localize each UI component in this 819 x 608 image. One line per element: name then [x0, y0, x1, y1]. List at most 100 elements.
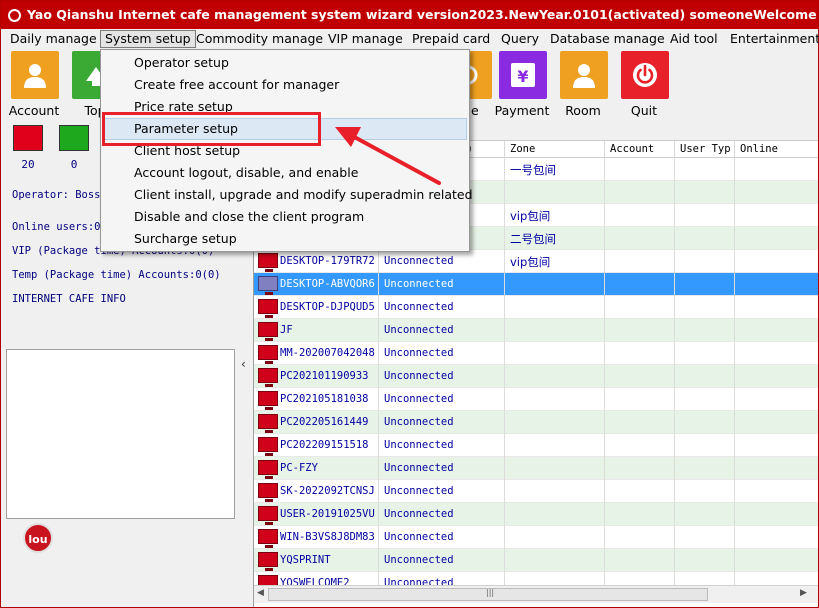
column-divider: [378, 434, 379, 457]
chevron-left-icon[interactable]: ‹: [241, 357, 246, 371]
column-divider: [378, 480, 379, 503]
client-name: PC202205161449: [280, 416, 369, 428]
menu-item-surcharge-setup[interactable]: Surcharge setup: [103, 228, 467, 250]
monitor-icon: [258, 483, 278, 502]
column-divider: [604, 273, 605, 296]
client-name: PC202101190933: [280, 370, 369, 382]
column-divider: [378, 388, 379, 411]
table-row[interactable]: USER-20191025VU Unconnected: [254, 503, 818, 526]
monitor-icon: [258, 322, 278, 341]
menu-aid-tool[interactable]: Aid tool: [666, 30, 722, 48]
payment-tile: ¥: [499, 51, 547, 99]
column-divider: [504, 342, 505, 365]
table-row[interactable]: WIN-B3VS8J8DM83 Unconnected: [254, 526, 818, 549]
header-online[interactable]: Online: [740, 143, 778, 155]
client-name: DESKTOP-DJPQUD5: [280, 301, 375, 313]
column-divider: [604, 158, 605, 181]
client-status: Unconnected: [384, 255, 454, 267]
menu-item-disable-client[interactable]: Disable and close the client program: [103, 206, 467, 228]
column-divider: [378, 526, 379, 549]
header-account[interactable]: Account: [610, 143, 654, 155]
table-row[interactable]: PC202105181038 Unconnected: [254, 388, 818, 411]
menu-bar: Daily manage System setup Commodity mana…: [1, 29, 819, 49]
table-row[interactable]: DESKTOP-179TR72 Unconnected vip包间: [254, 250, 818, 273]
column-divider: [734, 411, 735, 434]
table-row[interactable]: MM-202007042048 Unconnected: [254, 342, 818, 365]
header-zone[interactable]: Zone: [510, 143, 535, 155]
menu-prepaid-card[interactable]: Prepaid card: [408, 30, 494, 48]
payment-label: Payment: [494, 103, 550, 118]
red-count: 20: [21, 158, 35, 171]
column-divider: [734, 434, 735, 457]
header-divider: [674, 141, 675, 158]
scroll-grip-icon: |||: [486, 588, 495, 597]
column-divider: [674, 342, 675, 365]
menu-entertainment[interactable]: Entertainment: [726, 30, 819, 48]
scroll-left-icon[interactable]: ◀: [257, 588, 264, 598]
header-user-type[interactable]: User Typ: [680, 143, 731, 155]
menu-system-setup[interactable]: System setup: [100, 30, 196, 48]
column-divider: [674, 434, 675, 457]
table-row[interactable]: PC202101190933 Unconnected: [254, 365, 818, 388]
menu-item-create-free-account[interactable]: Create free account for manager: [103, 74, 467, 96]
column-divider: [734, 342, 735, 365]
client-status: Unconnected: [384, 278, 454, 290]
operator-text: Operator: Boss: [12, 189, 101, 201]
column-divider: [674, 526, 675, 549]
menu-commodity-manage[interactable]: Commodity manage: [192, 30, 327, 48]
column-divider: [604, 250, 605, 273]
column-divider: [674, 204, 675, 227]
client-name: SK-2022092TCNSJ: [280, 485, 375, 497]
cafe-info-text: INTERNET CAFE INFO: [12, 293, 126, 305]
app-icon: [8, 9, 21, 22]
client-name: DESKTOP-179TR72: [280, 255, 375, 267]
yuan-icon: ¥: [511, 63, 535, 87]
client-status: Unconnected: [384, 508, 454, 520]
column-divider: [504, 319, 505, 342]
main-window: Yao Qianshu Internet cafe management sys…: [0, 0, 819, 608]
scroll-right-icon[interactable]: ▶: [800, 588, 807, 598]
client-name: WIN-B3VS8J8DM83: [280, 531, 375, 543]
horizontal-scrollbar[interactable]: ◀ ||| ▶: [254, 585, 818, 603]
red-status-counter[interactable]: 20: [12, 125, 44, 171]
client-status: Unconnected: [384, 301, 454, 313]
column-divider: [674, 457, 675, 480]
table-row[interactable]: PC-FZY Unconnected: [254, 457, 818, 480]
menu-database-manage[interactable]: Database manage: [546, 30, 669, 48]
client-status: Unconnected: [384, 347, 454, 359]
column-divider: [378, 411, 379, 434]
header-divider: [604, 141, 605, 158]
menu-item-operator-setup[interactable]: Operator setup: [103, 52, 467, 74]
column-divider: [378, 549, 379, 572]
client-zone: 二号包间: [510, 232, 556, 246]
client-zone: vip包间: [510, 255, 551, 269]
menu-vip-manage[interactable]: VIP manage: [324, 30, 407, 48]
column-divider: [504, 227, 505, 250]
monitor-icon: [258, 276, 278, 295]
column-divider: [604, 388, 605, 411]
account-button[interactable]: Account: [6, 51, 62, 118]
table-row[interactable]: DESKTOP-DJPQUD5 Unconnected: [254, 296, 818, 319]
payment-button[interactable]: ¥ Payment: [494, 51, 550, 118]
quit-tile: [621, 51, 669, 99]
table-row[interactable]: PC202209151518 Unconnected: [254, 434, 818, 457]
table-row[interactable]: PC202205161449 Unconnected: [254, 411, 818, 434]
table-row[interactable]: SK-2022092TCNSJ Unconnected: [254, 480, 818, 503]
quit-button[interactable]: Quit: [616, 51, 672, 118]
table-row[interactable]: YQSPRINT Unconnected: [254, 549, 818, 572]
room-button[interactable]: Room: [555, 51, 611, 118]
menu-query[interactable]: Query: [497, 30, 543, 48]
green-status-counter[interactable]: 0: [58, 125, 90, 171]
column-divider: [604, 480, 605, 503]
column-divider: [734, 181, 735, 204]
column-divider: [674, 296, 675, 319]
menu-daily-manage[interactable]: Daily manage: [6, 30, 101, 48]
column-divider: [674, 503, 675, 526]
table-row[interactable]: JF Unconnected: [254, 319, 818, 342]
table-row[interactable]: DESKTOP-ABVQOR6 Unconnected: [254, 273, 818, 296]
column-divider: [378, 457, 379, 480]
column-divider: [378, 503, 379, 526]
column-divider: [734, 273, 735, 296]
column-divider: [504, 250, 505, 273]
column-divider: [604, 365, 605, 388]
